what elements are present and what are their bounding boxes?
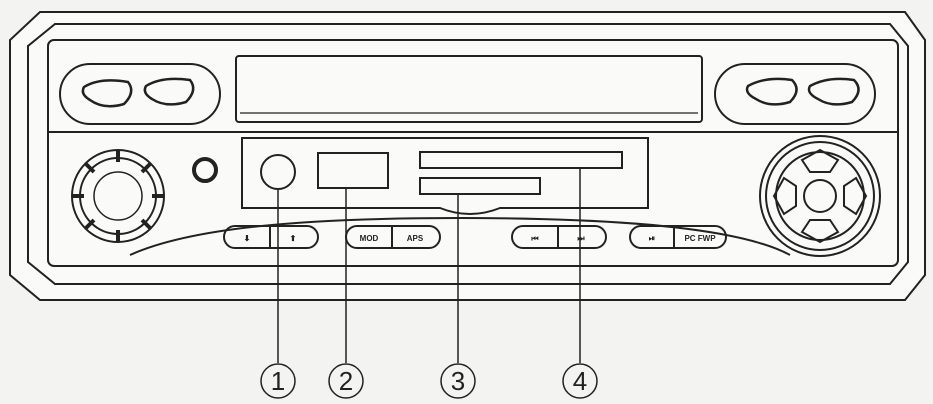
aps-button[interactable]: APS bbox=[407, 234, 424, 243]
prev-button[interactable]: ⏮ bbox=[531, 234, 538, 243]
callout-1-label: 1 bbox=[271, 366, 285, 396]
mod-button[interactable]: MOD bbox=[360, 234, 379, 243]
callout-2: 2 bbox=[328, 363, 364, 399]
callout-3-label: 3 bbox=[451, 366, 465, 396]
pc-fwp-button[interactable]: PC FWP bbox=[684, 234, 716, 243]
callout-4-label: 4 bbox=[573, 366, 587, 396]
up-button[interactable]: ⬆ bbox=[290, 234, 297, 243]
callout-3: 3 bbox=[440, 363, 476, 399]
callout-1: 1 bbox=[260, 363, 296, 399]
next-button[interactable]: ⏭ bbox=[577, 234, 585, 243]
play-pause-button[interactable]: ⏯ bbox=[649, 234, 655, 243]
down-button[interactable]: ⬇ bbox=[244, 234, 251, 243]
car-stereo-diagram: ⬇ ⬆ MOD APS ⏮ ⏭ ⏯ PC FWP 1 2 3 4 bbox=[9, 11, 926, 399]
callout-2-label: 2 bbox=[339, 366, 353, 396]
callout-4: 4 bbox=[562, 363, 598, 399]
